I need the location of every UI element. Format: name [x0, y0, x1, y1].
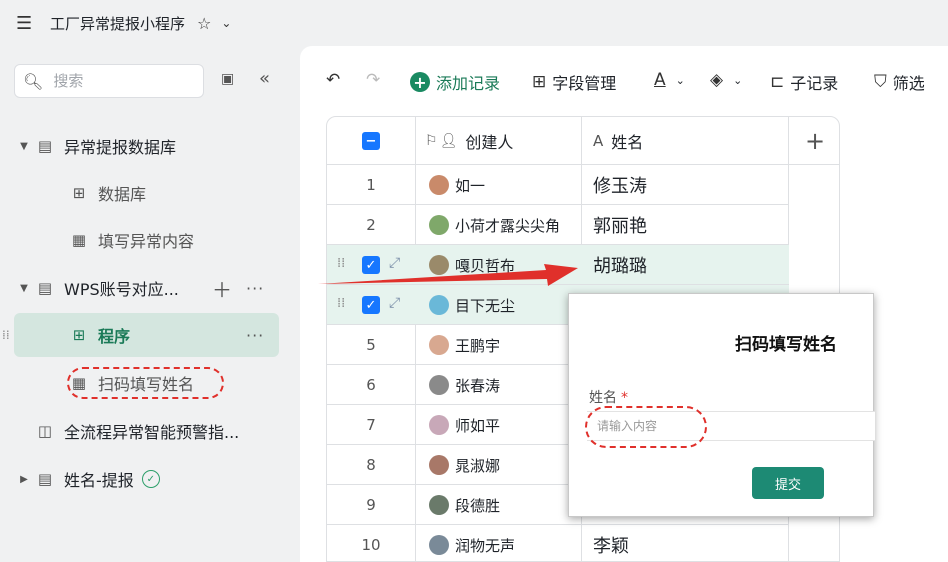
- subrecord-icon: ⊏: [770, 72, 785, 92]
- table-row[interactable]: 1 如一 修玉涛: [327, 165, 789, 205]
- table-icon: ⊞: [72, 326, 86, 344]
- more-icon[interactable]: ···: [246, 279, 264, 298]
- name-cell[interactable]: 郭丽艳: [593, 205, 647, 245]
- creator-cell: 段德胜: [429, 485, 500, 525]
- text-field-icon: A: [593, 132, 604, 150]
- field-label: 姓名 *: [589, 390, 628, 406]
- creator-cell: 王鹏宇: [429, 325, 500, 365]
- sidebar: 🔍︎ ▣ « ▼ ▤ 异常提报数据库 ⊞ 数据库 ▦ 填写异常内容 ▼ ▤ WP…: [0, 46, 300, 562]
- top-bar: ☰ 工厂异常提报小程序 ☆ ⌄: [0, 0, 948, 46]
- avatar: [429, 415, 449, 435]
- filter-icon: ⛉: [874, 72, 887, 92]
- chevron-down-icon: ⌄: [733, 73, 743, 87]
- creator-cell: 张春涛: [429, 365, 500, 405]
- avatar: [429, 535, 449, 555]
- user-plus-icon: 👤︎: [439, 133, 458, 149]
- redo-icon: ↷: [366, 70, 381, 90]
- tree-item-warning-dashboard[interactable]: ◫ 全流程异常智能预警指...: [34, 408, 334, 454]
- required-mark: *: [621, 390, 628, 406]
- creator-cell: 师如平: [429, 405, 500, 445]
- grid-header: − ⚐ 👤︎ 创建人 A 姓名 +: [327, 117, 839, 165]
- name-cell[interactable]: 李颖: [593, 525, 629, 561]
- table-row[interactable]: 10 润物无声 李颖: [327, 525, 789, 561]
- collapse-sidebar-icon[interactable]: «: [259, 68, 270, 89]
- search-box[interactable]: 🔍︎: [14, 64, 204, 98]
- tree-item-exception-db[interactable]: ▼ ▤ 异常提报数据库: [14, 123, 314, 169]
- toolbar: ↶ ↷ + 添加记录 ⊞ 字段管理 A ⌄ ◈ ⌄ ⊏ 子记录 ⛉ 筛选: [300, 62, 948, 102]
- font-color-icon: A: [654, 70, 666, 90]
- sheet-icon: ▤: [37, 137, 53, 155]
- avatar: [429, 375, 449, 395]
- tree-item-wps-account[interactable]: ▼ ▤ WPS账号对应... ＋ ···: [14, 265, 314, 311]
- add-column-button[interactable]: +: [789, 117, 839, 165]
- caret-down-icon[interactable]: ▼: [14, 283, 34, 294]
- creator-cell: 晁淑娜: [429, 445, 500, 485]
- add-record-button[interactable]: + 添加记录: [410, 70, 500, 94]
- avatar: [429, 175, 449, 195]
- app-title: 工厂异常提报小程序: [50, 14, 186, 33]
- annotation-oval: [585, 406, 707, 448]
- sheet-icon: ▤: [37, 279, 53, 297]
- table-icon: ⊞: [72, 184, 86, 202]
- scan-form-dialog: 扫码填写姓名 姓名* 提交: [568, 293, 875, 517]
- chevron-down-icon: ⌄: [675, 73, 685, 87]
- submit-button[interactable]: 提交: [752, 467, 824, 499]
- chevron-down-icon[interactable]: ⌄: [221, 16, 231, 30]
- flag-icon: ⚐: [425, 133, 438, 149]
- caret-right-icon[interactable]: ▶: [14, 474, 34, 485]
- tree-item-name-report[interactable]: ▶ ▤ 姓名-提报 ✓: [14, 456, 314, 502]
- text-color-button[interactable]: A ⌄: [654, 70, 685, 90]
- undo-icon: ↶: [326, 70, 341, 90]
- caret-down-icon[interactable]: ▼: [14, 141, 34, 152]
- name-cell[interactable]: 修玉涛: [593, 165, 647, 205]
- annotation-arrow: [318, 264, 578, 286]
- menu-icon[interactable]: ☰: [16, 13, 36, 34]
- name-cell[interactable]: 胡璐璐: [593, 245, 647, 285]
- star-icon[interactable]: ☆: [197, 14, 211, 33]
- search-icon: 🔍︎: [23, 71, 44, 91]
- plus-icon: +: [804, 127, 826, 155]
- column-header-creator[interactable]: ⚐ 👤︎ 创建人: [425, 117, 513, 165]
- annotation-oval: [67, 367, 224, 399]
- fill-color-button[interactable]: ◈ ⌄: [710, 70, 742, 90]
- collapse-panel-icon[interactable]: ▣: [221, 71, 234, 87]
- check-circle-icon: ✓: [141, 470, 160, 488]
- more-icon[interactable]: ···: [246, 326, 264, 345]
- search-input[interactable]: [53, 72, 194, 90]
- sheet-icon: ▤: [37, 470, 53, 488]
- avatar: [429, 495, 449, 515]
- drag-handle-icon[interactable]: ⁞⁞: [2, 328, 10, 342]
- filter-button[interactable]: ⛉ 筛选: [874, 70, 925, 94]
- avatar: [429, 455, 449, 475]
- undo-button[interactable]: ↶: [326, 70, 340, 90]
- redo-button[interactable]: ↷: [366, 70, 380, 90]
- avatar: [429, 215, 449, 235]
- column-header-name[interactable]: A 姓名: [593, 117, 643, 165]
- paint-bucket-icon: ◈: [710, 70, 724, 90]
- form-icon: ▦: [71, 231, 87, 249]
- creator-cell: 小荷才露尖尖角: [429, 205, 560, 245]
- dialog-title: 扫码填写姓名: [735, 335, 837, 355]
- dashboard-icon: ◫: [37, 422, 53, 440]
- creator-cell: 润物无声: [429, 525, 515, 561]
- creator-cell: 如一: [429, 165, 485, 205]
- grid-icon: ⊞: [532, 72, 547, 92]
- add-icon[interactable]: ＋: [212, 274, 232, 303]
- sub-record-button[interactable]: ⊏ 子记录: [770, 70, 838, 94]
- table-row[interactable]: 2 小荷才露尖尖角 郭丽艳: [327, 205, 789, 245]
- avatar: [429, 335, 449, 355]
- plus-circle-icon: +: [410, 72, 430, 92]
- select-all-checkbox[interactable]: −: [362, 117, 380, 165]
- checkbox-indeterminate-icon: −: [362, 132, 380, 150]
- field-manage-button[interactable]: ⊞ 字段管理: [532, 70, 616, 94]
